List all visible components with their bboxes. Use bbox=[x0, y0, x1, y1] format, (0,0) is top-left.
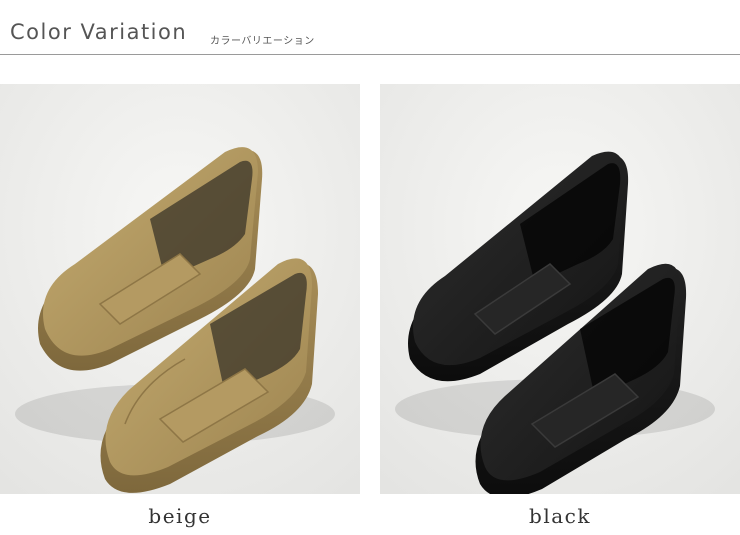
beige-loafers-image bbox=[0, 84, 360, 494]
section-title: Color Variation bbox=[10, 20, 188, 44]
black-loafers-image bbox=[380, 84, 740, 494]
section-header: Color Variation カラーバリエーション bbox=[0, 0, 740, 56]
header-divider bbox=[0, 54, 740, 55]
section-subtitle: カラーバリエーション bbox=[210, 36, 315, 47]
product-photo-beige bbox=[0, 84, 360, 494]
variant-label-beige: beige bbox=[148, 504, 212, 528]
product-photo-black bbox=[380, 84, 740, 494]
variant-label-black: black bbox=[529, 504, 591, 528]
